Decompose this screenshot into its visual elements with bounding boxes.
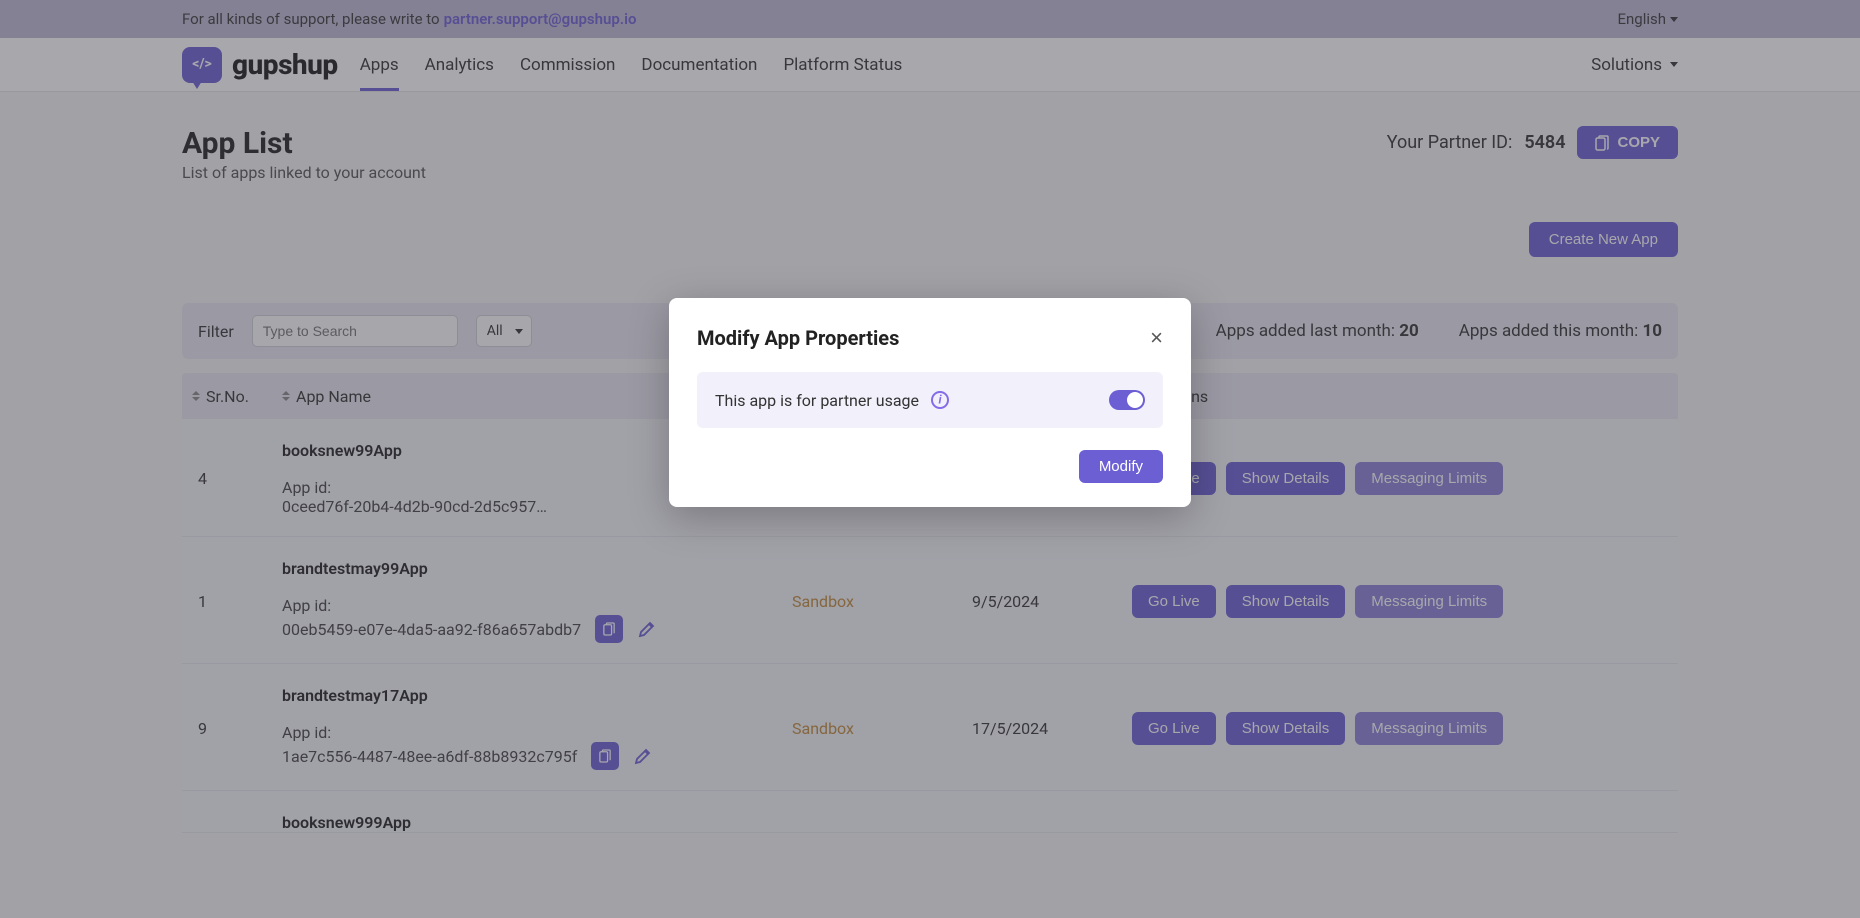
modify-button[interactable]: Modify [1079,450,1163,483]
modal-header: Modify App Properties × [697,326,1163,350]
modal-overlay[interactable]: Modify App Properties × This app is for … [0,0,1860,918]
modal-row-label: This app is for partner usage [715,391,919,410]
info-icon[interactable] [931,391,949,409]
modal-title: Modify App Properties [697,326,899,350]
close-icon[interactable]: × [1150,327,1163,349]
modal-partner-usage-row: This app is for partner usage [697,372,1163,428]
modify-app-properties-modal: Modify App Properties × This app is for … [669,298,1191,507]
partner-usage-toggle[interactable] [1109,390,1145,410]
modal-actions: Modify [697,450,1163,483]
toggle-knob [1127,392,1143,408]
